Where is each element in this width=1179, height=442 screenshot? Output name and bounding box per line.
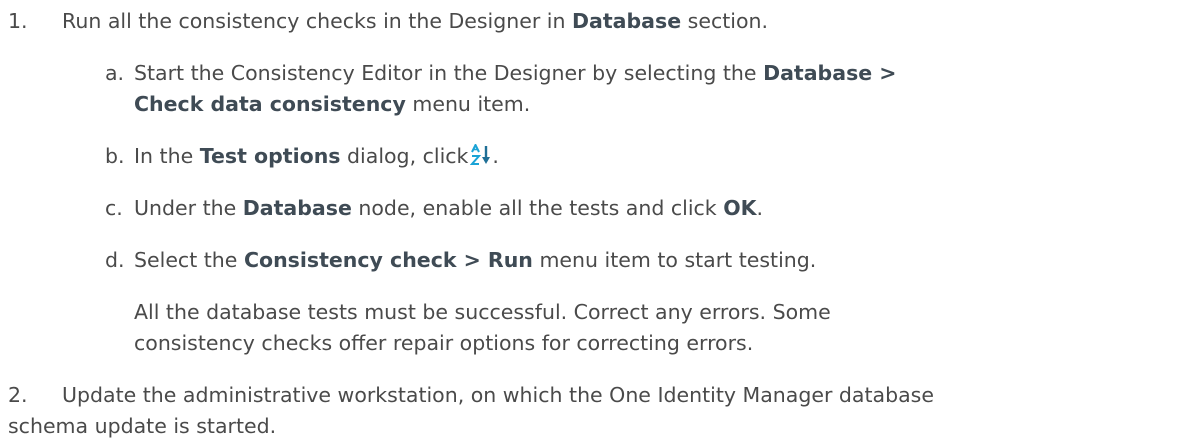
substep-c-text-before: Under the bbox=[134, 196, 237, 220]
substep-d-text: Select the Consistency check > Run menu … bbox=[134, 245, 816, 276]
substep-a-line2: Check data consistency menu item. bbox=[134, 89, 530, 120]
step-2-line2: schema update is started. bbox=[8, 414, 277, 438]
step-1-text: Run all the consistency checks in the De… bbox=[62, 6, 768, 37]
substep-d-letter: d. bbox=[105, 248, 125, 272]
substep-a-line1: Start the Consistency Editor in the Desi… bbox=[134, 58, 897, 89]
note-line-2: consistency checks offer repair options … bbox=[134, 331, 754, 355]
step-2-number: 2. bbox=[8, 383, 28, 407]
substep-d-bold: Consistency check > Run bbox=[243, 248, 533, 272]
substep-c-text-after: . bbox=[756, 196, 764, 220]
substep-c-text-mid: node, enable all the tests and click bbox=[358, 196, 717, 220]
substep-a-text-after: menu item. bbox=[412, 92, 531, 116]
substep-c-bold-ok: OK bbox=[723, 196, 757, 220]
step-1-bold: Database bbox=[572, 9, 682, 33]
substep-a-bold-1: Database > bbox=[763, 61, 897, 85]
substep-c-letter: c. bbox=[105, 196, 123, 220]
substep-c-bold: Database bbox=[242, 196, 352, 220]
step-1-number: 1. bbox=[8, 9, 28, 33]
substep-d-text-before: Select the bbox=[134, 248, 238, 272]
substep-b-text-before: In the bbox=[134, 144, 194, 168]
step-2-line1: Update the administrative workstation, o… bbox=[62, 383, 934, 407]
substep-b-text: In the Test options dialog, click . bbox=[134, 141, 499, 175]
substep-d-text-after: menu item to start testing. bbox=[539, 248, 817, 272]
step-1-text-before: Run all the consistency checks in the De… bbox=[62, 9, 566, 33]
substep-b-letter: b. bbox=[105, 144, 125, 168]
substep-b-text-after: . bbox=[492, 144, 499, 168]
substep-b-bold: Test options bbox=[199, 144, 341, 168]
note-line-1: All the database tests must be successfu… bbox=[134, 300, 831, 324]
sort-az-icon bbox=[470, 142, 492, 175]
substep-a-text-before: Start the Consistency Editor in the Desi… bbox=[134, 61, 757, 85]
step-1-text-after: section. bbox=[687, 9, 769, 33]
substep-a-bold-2: Check data consistency bbox=[134, 92, 406, 116]
substep-b-text-mid: dialog, click bbox=[347, 144, 469, 168]
substep-c-text: Under the Database node, enable all the … bbox=[134, 193, 763, 224]
substep-a-letter: a. bbox=[105, 61, 125, 85]
